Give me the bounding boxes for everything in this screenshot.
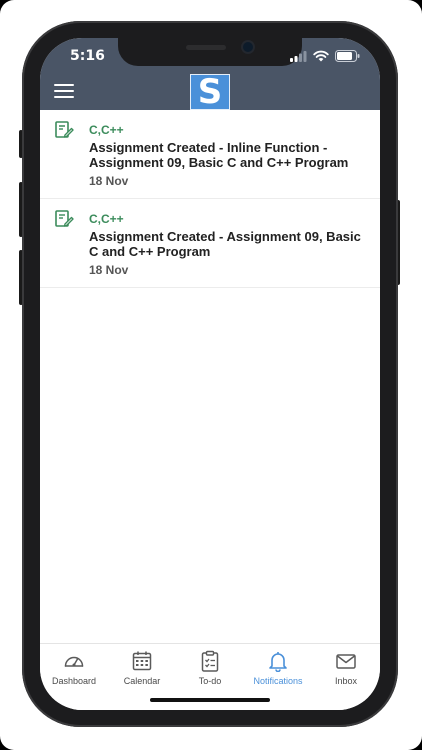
hamburger-menu-button[interactable] xyxy=(54,84,74,100)
notification-list: C,C++ Assignment Created - Inline Functi… xyxy=(40,110,380,288)
notification-course: C,C++ xyxy=(89,123,124,137)
device-frame: 5:16 S C,C++ Assignment Created - Inline… xyxy=(0,0,422,750)
app-screen: 5:16 S C,C++ Assignment Created - Inline… xyxy=(40,38,380,710)
envelope-icon xyxy=(336,654,356,669)
menu-line xyxy=(54,84,74,86)
notification-course: C,C++ xyxy=(89,212,124,226)
bell-icon xyxy=(269,652,287,672)
home-indicator[interactable] xyxy=(150,698,270,702)
edit-assignment-icon xyxy=(55,210,74,227)
calendar-icon xyxy=(132,651,152,671)
wifi-icon xyxy=(313,50,329,62)
clipboard-icon xyxy=(201,650,219,672)
app-logo: S xyxy=(190,74,230,110)
tab-label: Inbox xyxy=(334,676,358,686)
signal-icon xyxy=(290,50,307,62)
notification-title: Assignment Created - Inline Function - A… xyxy=(89,140,349,170)
tab-label: To-do xyxy=(198,676,222,686)
notification-date: 18 Nov xyxy=(89,174,129,188)
status-icons xyxy=(290,50,360,62)
tab-label: Dashboard xyxy=(51,676,97,686)
edit-assignment-icon xyxy=(55,121,74,138)
tab-label: Notifications xyxy=(253,676,303,686)
front-camera xyxy=(243,42,253,52)
battery-icon xyxy=(335,50,360,62)
notification-date: 18 Nov xyxy=(89,263,129,277)
tab-dashboard[interactable]: Dashboard xyxy=(40,644,108,710)
status-time: 5:16 xyxy=(70,48,105,64)
notification-title: Assignment Created - Assignment 09, Basi… xyxy=(89,229,361,259)
notification-item[interactable]: C,C++ Assignment Created - Inline Functi… xyxy=(40,110,380,199)
tab-inbox[interactable]: Inbox xyxy=(312,644,380,710)
notch xyxy=(118,38,302,66)
logo-letter: S xyxy=(197,72,223,112)
speaker xyxy=(186,45,226,50)
menu-line xyxy=(54,90,74,92)
notification-item[interactable]: C,C++ Assignment Created - Assignment 09… xyxy=(40,199,380,288)
menu-line xyxy=(54,96,74,98)
dashboard-gauge-icon xyxy=(64,656,84,667)
app-header: 5:16 S xyxy=(40,38,380,110)
tab-label: Calendar xyxy=(123,676,161,686)
